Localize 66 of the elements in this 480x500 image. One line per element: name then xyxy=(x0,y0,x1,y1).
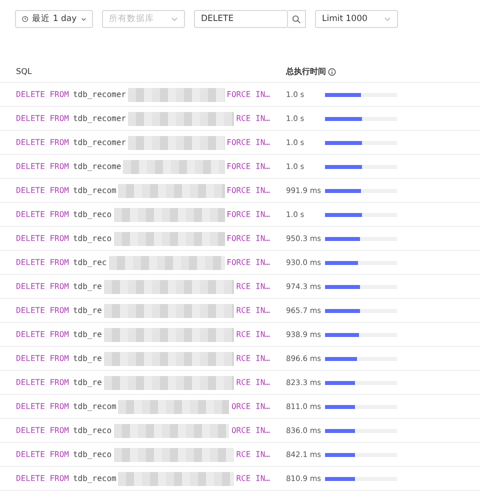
limit-select[interactable]: Limit 1000 xyxy=(315,10,398,28)
sql-text: RCE IN… xyxy=(236,448,270,460)
table-name: tdb_recom xyxy=(72,184,116,196)
table-name: tdb_re xyxy=(72,376,102,388)
sql-keyword: DELETE FROM xyxy=(16,328,69,340)
time-range-dropdown[interactable]: 最近 1 day xyxy=(15,10,93,28)
search-icon xyxy=(292,14,301,24)
sql-keyword: DELETE FROM xyxy=(16,280,69,292)
search-field[interactable]: DELETE xyxy=(194,10,288,28)
sql-text: RCE IN… xyxy=(236,376,270,388)
table-name: tdb_reco xyxy=(72,448,112,460)
sql-keyword: DELETE FROM xyxy=(16,304,69,316)
sql-text: FORCE IN… xyxy=(226,232,270,244)
search-button[interactable] xyxy=(288,10,306,28)
table-name: tdb_re xyxy=(72,352,102,364)
info-icon xyxy=(328,68,336,76)
sql-keyword: DELETE FROM xyxy=(16,448,69,460)
sql-keyword: DELETE FROM xyxy=(16,376,69,388)
table-name: tdb_rec xyxy=(72,256,107,268)
sql-text: RCE IN… xyxy=(236,472,270,484)
table-name: tdb_recomer xyxy=(72,112,126,124)
table-name: tdb_recome xyxy=(72,160,122,172)
sql-keyword: DELETE FROM xyxy=(16,136,69,148)
sql-text: RCE IN… xyxy=(236,304,270,316)
sql-keyword: DELETE FROM xyxy=(16,208,69,220)
sql-keyword: DELETE FROM xyxy=(16,232,69,244)
table-name: tdb_recom xyxy=(72,400,116,412)
table-name: tdb_recomer xyxy=(72,136,126,148)
sql-keyword: DELETE FROM xyxy=(16,424,69,436)
caret-icon xyxy=(384,16,391,22)
sql-text: ORCE IN… xyxy=(231,400,270,412)
table-name: tdb_reco xyxy=(72,232,112,244)
sql-keyword: DELETE FROM xyxy=(16,472,69,484)
table-name: tdb_reco xyxy=(72,424,112,436)
sql-keyword: DELETE FROM xyxy=(16,352,69,364)
sql-text: FORCE IN… xyxy=(226,136,270,148)
sql-text: RCE IN… xyxy=(236,112,270,124)
table-name: tdb_re xyxy=(72,280,102,292)
sql-keyword: DELETE FROM xyxy=(16,112,69,124)
time-range-label: 最近 1 day xyxy=(32,12,77,26)
column-header: SQL xyxy=(16,66,32,76)
sql-text: FORCE IN… xyxy=(226,256,270,268)
sql-keyword: DELETE FROM xyxy=(16,88,69,100)
sql-text: FORCE IN… xyxy=(226,160,270,172)
table-name: tdb_re xyxy=(72,328,102,340)
sql-text: RCE IN… xyxy=(236,280,270,292)
limit-label: Limit 1000 xyxy=(322,12,368,26)
sql-text: RCE IN… xyxy=(236,352,270,364)
sql-text: FORCE IN… xyxy=(226,184,270,196)
sql-keyword: DELETE FROM xyxy=(16,184,69,196)
table-name: tdb_recom xyxy=(72,472,116,484)
sql-text: RCE IN… xyxy=(236,328,270,340)
database-placeholder: 所有数据库 xyxy=(109,12,154,26)
clock-icon xyxy=(22,15,28,23)
table-name: tdb_recomer xyxy=(72,88,126,100)
sql-keyword: DELETE FROM xyxy=(16,256,69,268)
caret-icon xyxy=(171,16,178,22)
sql-text: FORCE IN… xyxy=(226,208,270,220)
table-name: tdb_re xyxy=(72,304,102,316)
sql-text: FORCE IN… xyxy=(226,88,270,100)
table-name: tdb_reco xyxy=(72,208,112,220)
sql-keyword: DELETE FROM xyxy=(16,160,69,172)
sql-text: ORCE IN… xyxy=(231,424,270,436)
column-header: 总执行时间 xyxy=(286,66,326,78)
sql-keyword: DELETE FROM xyxy=(16,400,69,412)
caret-icon xyxy=(80,16,86,22)
